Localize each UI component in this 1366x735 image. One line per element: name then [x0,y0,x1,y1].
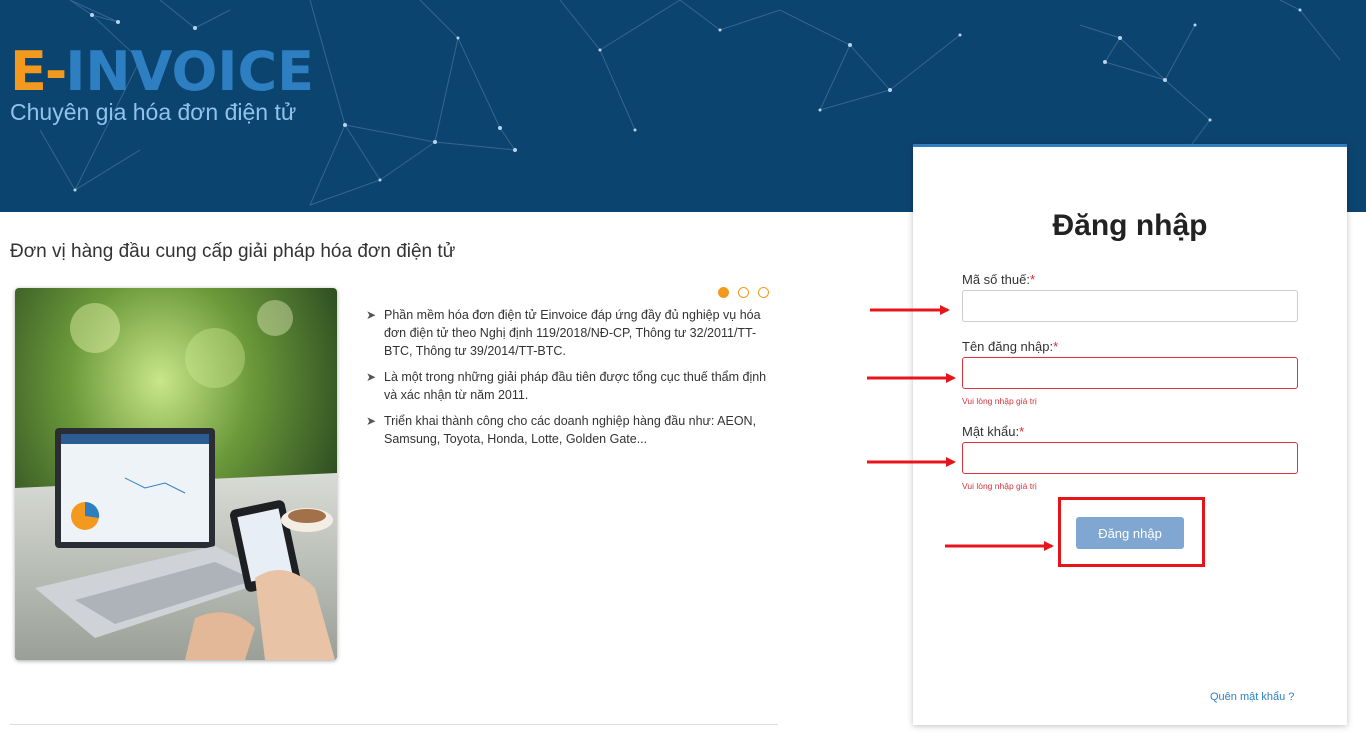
divider [10,724,778,725]
forgot-password-link[interactable]: Quên mật khẩu ? [1210,691,1294,703]
intro-heading: Đơn vị hàng đầu cung cấp giải pháp hóa đ… [10,241,456,262]
password-label: Mật khẩu:* [962,424,1025,439]
arrow-bullet-icon: ➤ [366,414,377,428]
login-title: Đăng nhập [1052,209,1208,242]
logo-e: E- [10,40,67,103]
tagline: Chuyên gia hóa đơn điện tử [10,99,297,125]
login-button[interactable]: Đăng nhập [1076,517,1184,549]
feature-item: ➤ Phần mềm hóa đơn điện tử Einvoice đáp ứ… [366,308,761,358]
feature-item: ➤ Triển khai thành công cho các doanh ngh… [366,414,757,446]
password-error: Vui lòng nhập giá trị [962,481,1037,491]
login-page: E-INVOICE Chuyên gia hóa đơn điện tử Đơn… [0,0,1366,735]
feature-item: ➤ Là một trong những giải pháp đầu tiên đ… [366,370,767,402]
slider-dot-3[interactable] [758,287,769,298]
laptop-phone-image [15,288,337,660]
tax-code-label: Mã số thuế:* [962,272,1035,287]
einvoice-logo: E-INVOICE [10,40,314,103]
feature-list: ➤ Phần mềm hóa đơn điện tử Einvoice đáp ứ… [366,306,776,456]
username-error: Vui lòng nhập giá trị [962,396,1037,406]
tax-code-input[interactable] [962,290,1298,322]
password-input[interactable] [962,442,1298,474]
arrow-bullet-icon: ➤ [366,308,377,322]
username-input[interactable] [962,357,1298,389]
slider-dot-1[interactable] [718,287,729,298]
logo-text: INVOICE [65,40,314,103]
slider-dots [718,287,769,298]
slider-dot-2[interactable] [738,287,749,298]
username-label: Tên đăng nhập:* [962,339,1059,354]
arrow-bullet-icon: ➤ [366,370,377,384]
login-card: Đăng nhập Mã số thuế:* Tên đăng nhập:* V… [913,144,1347,725]
